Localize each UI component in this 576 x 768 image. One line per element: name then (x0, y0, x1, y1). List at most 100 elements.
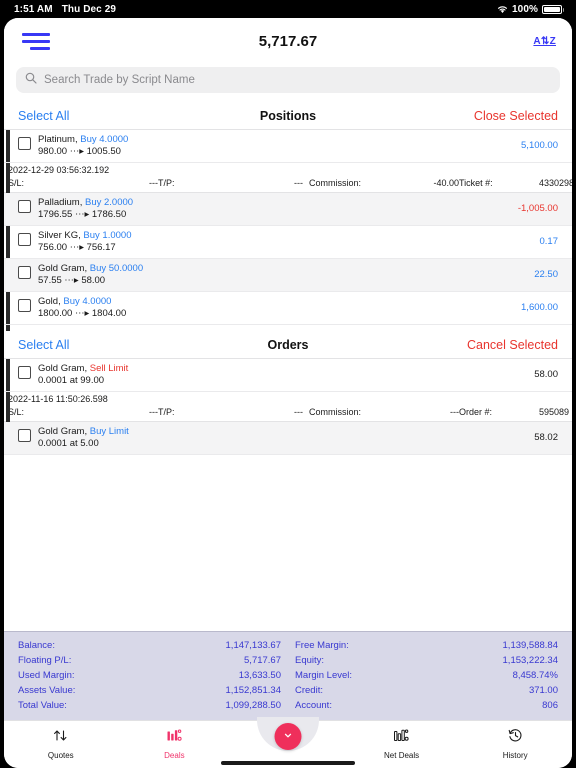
row-checkbox[interactable] (18, 200, 31, 213)
tab-deals[interactable]: Deals (118, 721, 232, 760)
row-side: Buy 4.0000 (63, 296, 112, 307)
positions-select-all-button[interactable]: Select All (18, 109, 69, 123)
row-checkbox[interactable] (18, 299, 31, 312)
summary-item: Assets Value: 1,152,851.34 (18, 683, 281, 698)
row-symbol-line: Gold, Buy 4.0000 (38, 296, 521, 308)
arrows-up-down-icon (52, 727, 69, 749)
detail-order-value: 595089 (539, 407, 570, 417)
detail-tp: T/P: --- (158, 406, 303, 418)
tab-net-deals[interactable]: Net Deals (345, 721, 459, 760)
table-row[interactable]: Silver KG, Buy 1.0000 756.00 ⋯▸ 756.17 0… (4, 226, 572, 259)
detail-tp-label: T/P: (158, 178, 175, 188)
row-profit-loss: -1,005.00 (517, 203, 558, 214)
detail-sl-label: S/L: (8, 178, 25, 188)
battery-percent: 100% (512, 3, 538, 15)
close-selected-button[interactable]: Close Selected (474, 109, 558, 123)
row-profit-loss: 1,600.00 (521, 302, 558, 313)
summary-item: Credit: 371.00 (295, 683, 558, 698)
hamburger-menu-icon[interactable] (20, 31, 50, 51)
row-checkbox[interactable] (18, 137, 31, 150)
detail-order-label: Order #: (459, 407, 493, 417)
summary-value: 8,458.74% (512, 670, 558, 681)
row-checkbox[interactable] (18, 233, 31, 246)
row-checkbox[interactable] (18, 366, 31, 379)
summary-label: Free Margin: (295, 640, 349, 651)
detail-sl-label: S/L: (8, 407, 25, 417)
detail-sl-value: --- (149, 178, 158, 188)
chevron-down-icon (283, 728, 294, 746)
page-title: 5,717.67 (258, 32, 318, 50)
summary-column-left: Balance: 1,147,133.67 Floating P/L: 5,71… (18, 638, 281, 713)
summary-label: Balance: (18, 640, 55, 651)
detail-commission-value: -40.00 (433, 178, 459, 188)
row-profit-loss: 58.00 (534, 369, 558, 380)
summary-label: Total Value: (18, 700, 67, 711)
row-profit-loss: 0.17 (539, 236, 559, 247)
row-prices: 756.00 ⋯▸ 756.17 (38, 242, 116, 253)
detail-tp-label: T/P: (158, 407, 175, 417)
row-symbol-line: Gold Gram, Buy 50.0000 (38, 263, 534, 275)
detail-sl: S/L: --- (8, 177, 158, 189)
row-side: Buy 4.0000 (80, 134, 129, 145)
summary-item: Total Value: 1,099,288.50 (18, 698, 281, 713)
orders-select-all-button[interactable]: Select All (18, 338, 69, 352)
summary-item: Used Margin: 13,633.50 (18, 668, 281, 683)
table-row[interactable]: Platinum, Buy 4.0000 980.00 ⋯▸ 1005.50 5… (4, 130, 572, 163)
search-box[interactable] (16, 67, 560, 93)
summary-column-right: Free Margin: 1,139,588.84 Equity: 1,153,… (295, 638, 558, 713)
row-content: Silver KG, Buy 1.0000 756.00 ⋯▸ 756.17 (38, 230, 540, 254)
row-profit-loss: 22.50 (534, 269, 558, 280)
status-bar-right: 100% (497, 3, 564, 15)
row-timestamp: 2022-12-29 03:56:32.192 (4, 163, 572, 176)
status-date: Thu Dec 29 (61, 3, 117, 15)
top-navigation-bar: 5,717.67 A⇅Z (4, 18, 572, 64)
row-prices: 1800.00 ⋯▸ 1804.00 (38, 308, 127, 319)
summary-value: 13,633.50 (238, 670, 281, 681)
row-symbol-line: Platinum, Buy 4.0000 (38, 134, 521, 146)
row-symbol: Gold Gram, (38, 263, 88, 274)
summary-label: Account: (295, 700, 332, 711)
detail-tp-value: --- (294, 407, 303, 417)
wifi-icon (497, 5, 508, 14)
detail-commission-value: --- (450, 407, 459, 417)
row-content: Gold, Buy 4.0000 1800.00 ⋯▸ 1804.00 (38, 296, 521, 320)
row-content: Palladium, Buy 2.0000 1796.55 ⋯▸ 1786.50 (38, 197, 518, 221)
home-indicator (221, 761, 355, 765)
row-detail: S/L: --- T/P: --- Commission: --- Order … (4, 405, 572, 422)
row-symbol-line: Gold Gram, Buy Limit (38, 426, 534, 438)
detail-sl: S/L: --- (8, 406, 158, 418)
row-checkbox[interactable] (18, 266, 31, 279)
row-timestamp: 2022-11-16 11:50:26.598 (4, 392, 572, 405)
tab-quotes[interactable]: Quotes (4, 721, 118, 760)
table-row[interactable]: Gold Gram, Sell Limit 0.0001 at 99.00 58… (4, 359, 572, 392)
row-prices: 1796.55 ⋯▸ 1786.50 (38, 209, 127, 220)
search-input[interactable] (44, 74, 551, 86)
row-content: Gold Gram, Sell Limit 0.0001 at 99.00 (38, 363, 534, 387)
orders-section-header: Select All Orders Cancel Selected (4, 331, 572, 359)
sort-az-button[interactable]: A⇅Z (533, 36, 556, 47)
row-content: Gold Gram, Buy 50.0000 57.55 ⋯▸ 58.00 (38, 263, 534, 287)
cancel-selected-button[interactable]: Cancel Selected (467, 338, 558, 352)
row-symbol: Gold Gram, (38, 363, 88, 374)
row-checkbox[interactable] (18, 429, 31, 442)
row-symbol: Gold Gram, (38, 426, 88, 437)
table-row[interactable]: Gold Gram, Buy 50.0000 57.55 ⋯▸ 58.00 22… (4, 259, 572, 292)
row-side: Buy 2.0000 (85, 197, 134, 208)
expand-panel-fab-button[interactable] (274, 723, 302, 750)
row-side: Sell Limit (89, 363, 129, 374)
summary-label: Margin Level: (295, 670, 353, 681)
row-prices: 57.55 ⋯▸ 58.00 (38, 275, 106, 286)
clock-rewind-icon (507, 727, 524, 749)
row-symbol-line: Gold Gram, Sell Limit (38, 363, 534, 375)
summary-item: Balance: 1,147,133.67 (18, 638, 281, 653)
row-side: Buy Limit (89, 426, 129, 437)
tab-label: Deals (164, 751, 185, 760)
battery-icon (542, 4, 564, 14)
positions-section-header: Select All Positions Close Selected (4, 102, 572, 130)
row-profit-loss: 5,100.00 (521, 140, 558, 151)
table-row[interactable]: Palladium, Buy 2.0000 1796.55 ⋯▸ 1786.50… (4, 193, 572, 226)
table-row[interactable]: Gold, Buy 4.0000 1800.00 ⋯▸ 1804.00 1,60… (4, 292, 572, 325)
table-row[interactable]: Gold Gram, Buy Limit 0.0001 at 5.00 58.0… (4, 422, 572, 455)
tab-history[interactable]: History (458, 721, 572, 760)
summary-value: 1,147,133.67 (225, 640, 281, 651)
